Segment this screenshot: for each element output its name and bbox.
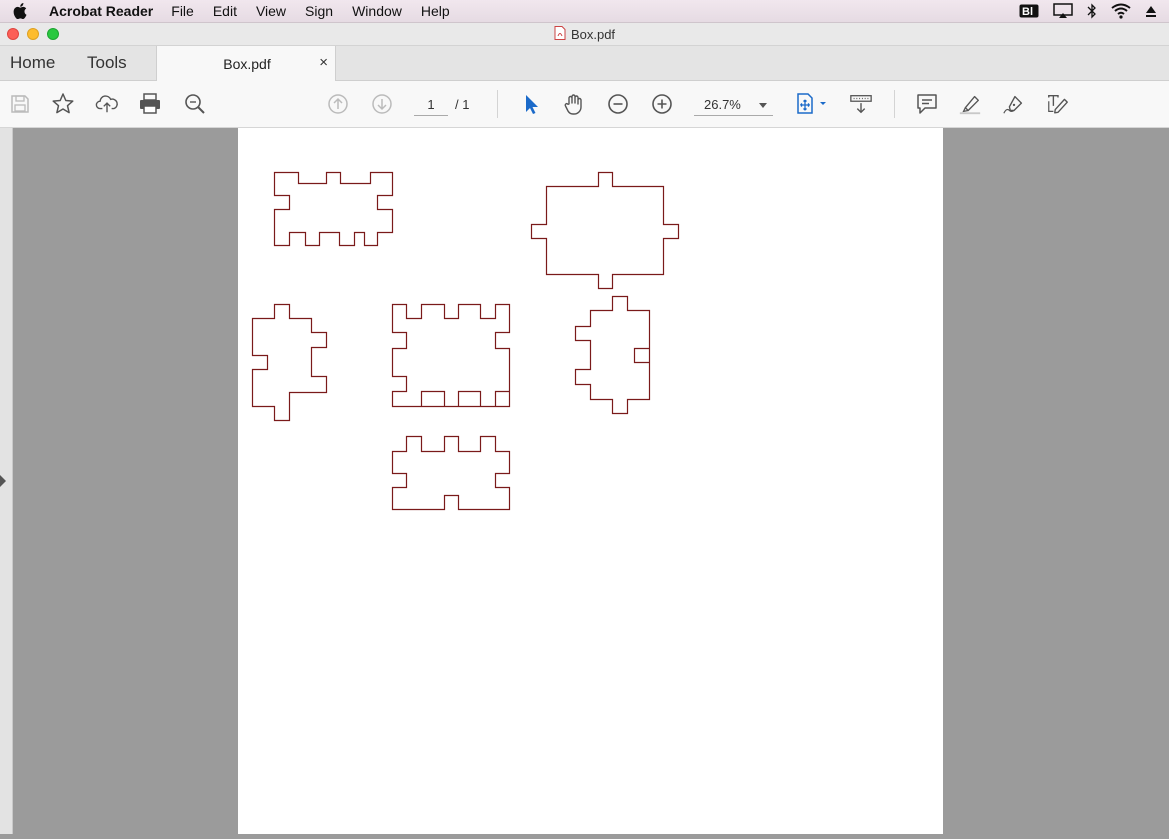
menu-help[interactable]: Help	[421, 3, 450, 19]
left-panel-strip[interactable]	[0, 128, 13, 834]
menu-edit[interactable]: Edit	[213, 3, 237, 19]
pdf-page	[238, 128, 943, 834]
box-panel-top-left	[273, 171, 394, 247]
toolbar: 1 / 1 26.7%	[0, 81, 1169, 128]
menu-sign[interactable]: Sign	[305, 3, 333, 19]
highlight-icon[interactable]	[958, 92, 982, 116]
wifi-icon[interactable]	[1111, 3, 1131, 19]
menu-bar: Acrobat Reader File Edit View Sign Windo…	[0, 0, 1169, 23]
airplay-icon[interactable]	[1053, 3, 1073, 19]
window-title-text: Box.pdf	[570, 26, 616, 42]
box-panel-center	[391, 303, 511, 408]
edit-text-icon[interactable]	[1046, 92, 1070, 116]
toolbar-divider	[497, 90, 498, 118]
close-icon[interactable]: ×	[319, 54, 328, 71]
page-up-icon[interactable]	[326, 92, 350, 116]
zoom-search-icon[interactable]	[183, 92, 207, 116]
select-cursor-icon[interactable]	[519, 92, 543, 116]
svg-text:Bl: Bl	[1022, 6, 1033, 18]
tab-document[interactable]: Box.pdf ×	[156, 46, 336, 81]
menu-app-name[interactable]: Acrobat Reader	[49, 3, 153, 19]
tab-row: Home Tools Box.pdf ×	[0, 46, 1169, 81]
box-panel-bottom	[391, 435, 511, 511]
apple-icon[interactable]	[13, 2, 31, 20]
expand-panel-icon[interactable]	[0, 475, 6, 487]
bi-icon[interactable]: Bl	[1019, 3, 1039, 19]
box-panel-side-right	[574, 295, 651, 415]
menu-window[interactable]: Window	[352, 3, 402, 19]
hand-tool-icon[interactable]	[562, 92, 586, 116]
page-total: / 1	[455, 97, 470, 112]
zoom-in-icon[interactable]	[650, 92, 674, 116]
zoom-out-icon[interactable]	[606, 92, 630, 116]
menu-file[interactable]: File	[171, 3, 194, 19]
save-icon[interactable]	[8, 92, 32, 116]
tab-tools[interactable]: Tools	[87, 46, 127, 80]
page-number-input[interactable]: 1	[414, 95, 448, 116]
box-drawing	[251, 171, 680, 511]
tab-home[interactable]: Home	[10, 46, 55, 80]
status-area: Bl	[1019, 0, 1157, 22]
zoom-level-value: 26.7%	[704, 97, 741, 112]
fit-page-icon[interactable]	[795, 92, 829, 116]
comment-icon[interactable]	[915, 92, 939, 116]
window-title: Box.pdf	[0, 23, 1169, 45]
scroll-mode-icon[interactable]	[849, 92, 873, 116]
sign-pen-icon[interactable]	[1002, 92, 1026, 116]
box-panel-large-top	[530, 171, 680, 290]
title-bar: Box.pdf	[0, 23, 1169, 46]
bluetooth-icon[interactable]	[1087, 3, 1097, 19]
chevron-down-icon	[759, 103, 767, 108]
pdf-file-icon	[554, 25, 566, 43]
bookmark-star-icon[interactable]	[51, 92, 75, 116]
zoom-level-select[interactable]: 26.7%	[694, 95, 773, 116]
tab-document-label: Box.pdf	[223, 56, 271, 72]
eject-icon[interactable]	[1145, 3, 1157, 19]
page-down-icon[interactable]	[370, 92, 394, 116]
toolbar-divider	[894, 90, 895, 118]
print-icon[interactable]	[138, 92, 162, 116]
box-panel-side-left	[251, 303, 328, 422]
menu-view[interactable]: View	[256, 3, 286, 19]
cloud-upload-icon[interactable]	[95, 92, 119, 116]
